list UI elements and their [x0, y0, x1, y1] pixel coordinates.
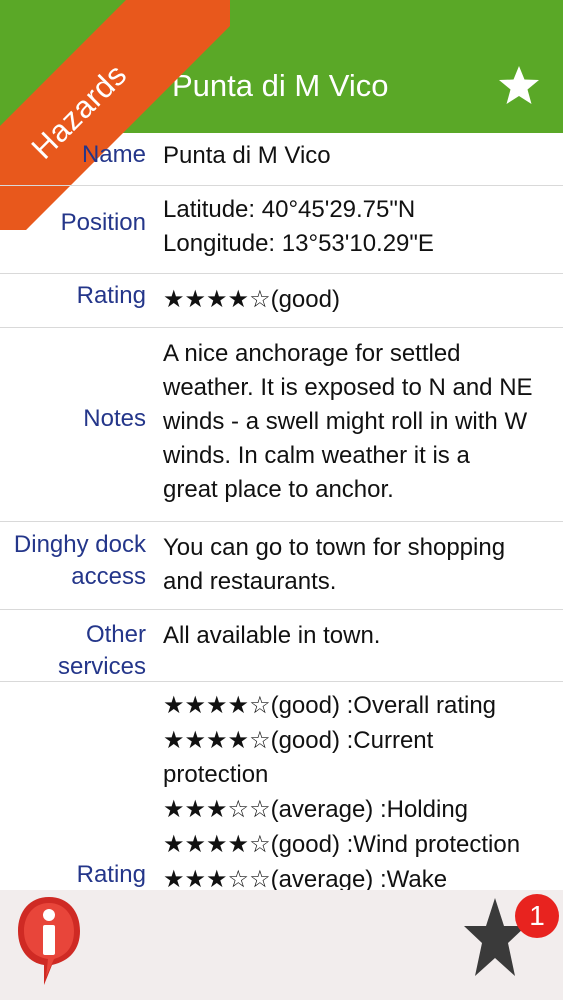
rating-label: Rating: [76, 282, 146, 309]
notes-line: weather. It is exposed to N and NE: [163, 374, 533, 401]
longitude-value: Longitude: 13°53'10.29"E: [163, 230, 434, 257]
notes-label: Notes: [83, 405, 146, 432]
notes-line: A nice anchorage for settled: [163, 340, 461, 367]
divider: [0, 521, 563, 522]
divider: [0, 327, 563, 328]
services-label: services: [57, 653, 146, 680]
services-value: All available in town.: [163, 622, 381, 649]
divider: [0, 681, 563, 682]
ratings-line: ★★★☆☆(average) :Wake: [163, 866, 448, 890]
rating-value: ★★★★☆(good): [163, 286, 340, 313]
notes-line: winds. In calm weather it is a: [163, 442, 470, 469]
dinghy-line: You can go to town for shopping: [163, 534, 506, 561]
divider: [0, 609, 563, 610]
favorite-star-icon[interactable]: [497, 64, 541, 108]
divider: [0, 185, 563, 186]
position-label: Position: [60, 209, 146, 236]
name-label: Name: [81, 141, 146, 168]
details-list: Name Punta di M Vico Position Latitude: …: [0, 133, 563, 890]
notes-line: winds - a swell might roll in with W: [163, 408, 528, 435]
services-label: Other: [85, 621, 146, 648]
info-icon[interactable]: [14, 893, 84, 989]
divider: [0, 273, 563, 274]
dinghy-line: and restaurants.: [163, 568, 337, 595]
latitude-value: Latitude: 40°45'29.75"N: [163, 196, 416, 223]
ratings-line: protection: [163, 761, 269, 788]
ratings-line: ★★★☆☆(average) :Holding: [163, 796, 469, 823]
dinghy-label: access: [71, 563, 146, 590]
ratings-line: ★★★★☆(good) :Overall rating: [163, 692, 497, 719]
dinghy-label: Dinghy dock: [13, 531, 146, 558]
ratings-line: ★★★★☆(good) :Wind protection: [163, 831, 521, 858]
ratings-label: Rating: [76, 861, 146, 888]
name-value: Punta di M Vico: [163, 142, 331, 169]
favorites-count-badge: 1: [515, 894, 559, 938]
notes-line: great place to anchor.: [163, 476, 394, 503]
ratings-line: ★★★★☆(good) :Current: [163, 727, 434, 754]
